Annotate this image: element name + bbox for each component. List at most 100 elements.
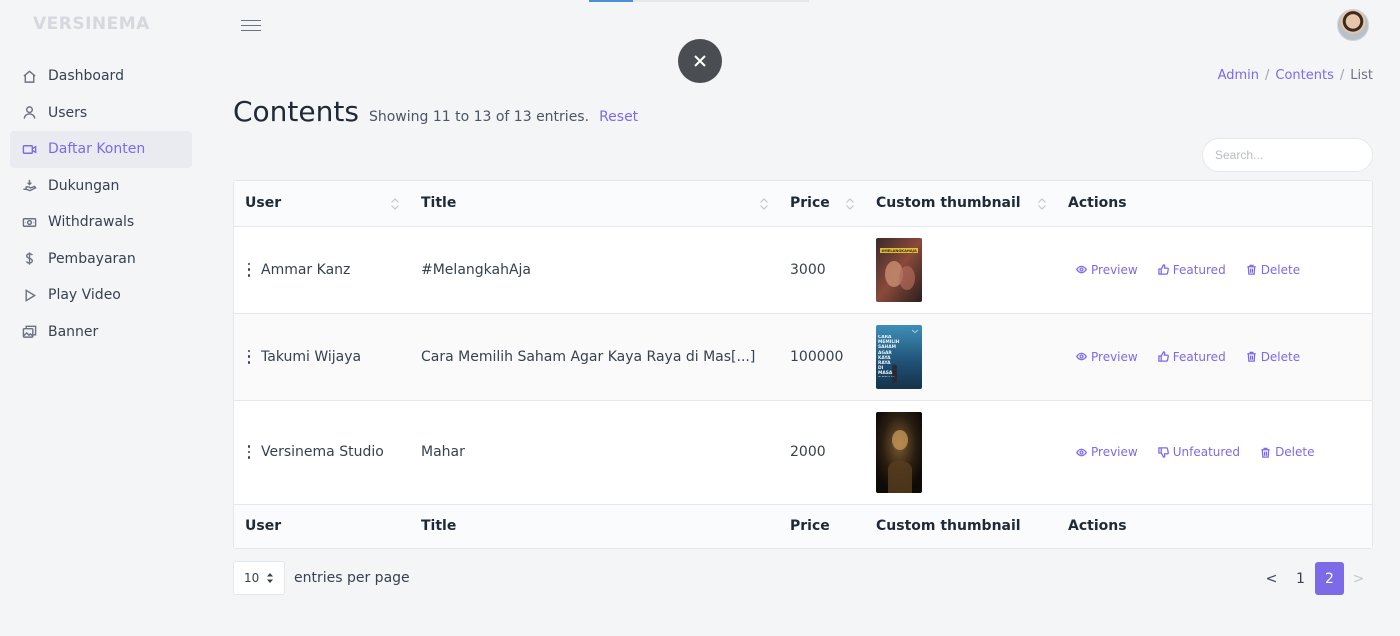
- sidebar-item-label: Users: [48, 104, 88, 121]
- cell-thumbnail: [865, 400, 1057, 505]
- cell-thumbnail: #MELANGKAHAJA: [865, 226, 1057, 314]
- thumbnail-image[interactable]: #MELANGKAHAJA: [876, 237, 922, 302]
- footer-header-price: Price: [779, 503, 865, 548]
- sort-icon[interactable]: [390, 197, 400, 211]
- dollar-icon: [21, 251, 37, 267]
- featured-button[interactable]: Featured: [1157, 349, 1226, 364]
- thumbnail-caption: #MELANGKAHAJA: [881, 249, 917, 253]
- breadcrumb: Admin / Contents / List: [1218, 68, 1373, 83]
- column-header-price[interactable]: Price: [779, 181, 865, 227]
- per-page-value: 10: [244, 571, 260, 585]
- footer-header-title: Title: [410, 503, 779, 548]
- cell-price: 100000: [779, 313, 865, 401]
- per-page-control: 10 entries per page: [233, 561, 410, 595]
- thumbnail-image[interactable]: [876, 411, 922, 493]
- cell-user: Takumi Wijaya: [234, 313, 410, 401]
- trash-icon: [1247, 264, 1256, 275]
- column-header-label: Actions: [1068, 195, 1127, 212]
- column-header-label: Custom thumbnail: [876, 195, 1021, 212]
- row-menu-icon[interactable]: [246, 262, 252, 277]
- select-arrows-icon: [267, 573, 273, 583]
- sort-icon[interactable]: [845, 197, 855, 211]
- row-menu-icon[interactable]: [246, 445, 252, 459]
- featured-label: Featured: [1172, 262, 1226, 277]
- sort-icon[interactable]: [759, 197, 769, 211]
- featured-button[interactable]: Featured: [1157, 262, 1226, 277]
- delete-button[interactable]: Delete: [1246, 263, 1300, 277]
- per-page-select[interactable]: 10: [233, 561, 285, 595]
- pagination: < 1 2 >: [1257, 562, 1373, 595]
- footer-header-user: User: [234, 503, 410, 548]
- row-menu-icon[interactable]: [246, 349, 252, 364]
- delete-label: Delete: [1275, 445, 1315, 459]
- image-gallery-icon: [21, 324, 37, 340]
- table-row: Versinema Studio Mahar 2000 Preview Unfe…: [234, 400, 1372, 505]
- sidebar-item-label: Withdrawals: [48, 214, 135, 231]
- unfeatured-button[interactable]: Unfeatured: [1157, 445, 1240, 459]
- sidebar: VERSINEMA Dashboard Users Daftar Konten …: [0, 0, 200, 636]
- close-button[interactable]: [678, 39, 722, 83]
- user-name: Takumi Wijaya: [261, 348, 362, 365]
- column-header-user[interactable]: User: [234, 181, 410, 227]
- sidebar-item-play-video[interactable]: Play Video: [10, 277, 192, 314]
- preview-button[interactable]: Preview: [1076, 350, 1138, 364]
- sort-icon[interactable]: [1037, 197, 1047, 211]
- sidebar-nav: Dashboard Users Daftar Konten Dukungan W…: [10, 58, 192, 350]
- footer-header-actions: Actions: [1057, 503, 1372, 548]
- hamburger-line: [241, 19, 261, 22]
- thumbnail-image[interactable]: CARA MEMILIH SAHAM AGAR KAYA RAYA DI MAS…: [876, 324, 922, 389]
- pagination-page-1[interactable]: 1: [1286, 562, 1315, 595]
- preview-button[interactable]: Preview: [1076, 445, 1138, 459]
- close-icon: [694, 55, 706, 67]
- column-header-thumbnail[interactable]: Custom thumbnail: [865, 181, 1057, 227]
- sidebar-item-dukungan[interactable]: Dukungan: [10, 168, 192, 205]
- preview-label: Preview: [1091, 349, 1138, 364]
- sidebar-item-label: Dukungan: [48, 177, 120, 194]
- sidebar-item-dashboard[interactable]: Dashboard: [10, 58, 192, 95]
- eye-icon: [1076, 352, 1087, 361]
- sidebar-item-pembayaran[interactable]: Pembayaran: [10, 241, 192, 278]
- menu-toggle-button[interactable]: [240, 16, 262, 34]
- delete-label: Delete: [1260, 349, 1301, 364]
- preview-label: Preview: [1091, 445, 1138, 459]
- column-header-title[interactable]: Title: [410, 181, 779, 227]
- breadcrumb-admin[interactable]: Admin: [1218, 68, 1259, 83]
- user-avatar[interactable]: [1337, 9, 1369, 41]
- breadcrumb-current: List: [1350, 68, 1373, 83]
- breadcrumb-contents[interactable]: Contents: [1275, 68, 1333, 83]
- pagination-next[interactable]: >: [1344, 562, 1373, 595]
- sidebar-item-users[interactable]: Users: [10, 95, 192, 132]
- brand-logo[interactable]: VERSINEMA: [33, 14, 150, 34]
- per-page-label: entries per page: [294, 570, 410, 586]
- cell-price: 3000: [779, 226, 865, 314]
- column-header-label: Title: [421, 195, 457, 212]
- footer-header-thumbnail: Custom thumbnail: [865, 503, 1057, 548]
- preview-button[interactable]: Preview: [1076, 263, 1138, 277]
- thumbs-down-icon: [1157, 446, 1169, 458]
- featured-label: Featured: [1172, 349, 1226, 364]
- delete-button[interactable]: Delete: [1260, 445, 1315, 459]
- column-header-label: Price: [790, 195, 830, 212]
- video-camera-icon: [21, 141, 37, 157]
- delete-button[interactable]: Delete: [1246, 350, 1300, 364]
- cell-actions: Preview Featured Delete: [1057, 313, 1372, 401]
- pagination-page-2[interactable]: 2: [1315, 562, 1344, 595]
- row-actions: Preview Unfeatured Delete: [1068, 445, 1372, 459]
- user-name: Ammar Kanz: [261, 261, 351, 278]
- hand-coin-icon: [21, 178, 37, 194]
- trash-icon: [1247, 351, 1256, 362]
- breadcrumb-separator: /: [1265, 68, 1270, 83]
- sidebar-item-label: Play Video: [48, 287, 121, 304]
- sidebar-item-label: Banner: [48, 323, 99, 340]
- contents-table: User Title Price Custom thumbnail Action…: [233, 180, 1373, 549]
- pagination-prev[interactable]: <: [1257, 562, 1286, 595]
- sidebar-item-withdrawals[interactable]: Withdrawals: [10, 204, 192, 241]
- sidebar-item-label: Dashboard: [48, 68, 124, 85]
- search-input[interactable]: [1202, 138, 1373, 172]
- title-row: Contents Showing 11 to 13 of 13 entries.…: [233, 95, 638, 128]
- reset-link[interactable]: Reset: [599, 109, 638, 125]
- eye-icon: [1076, 448, 1087, 456]
- column-header-actions: Actions: [1057, 181, 1372, 227]
- sidebar-item-banner[interactable]: Banner: [10, 314, 192, 351]
- sidebar-item-daftar-konten[interactable]: Daftar Konten: [10, 131, 192, 168]
